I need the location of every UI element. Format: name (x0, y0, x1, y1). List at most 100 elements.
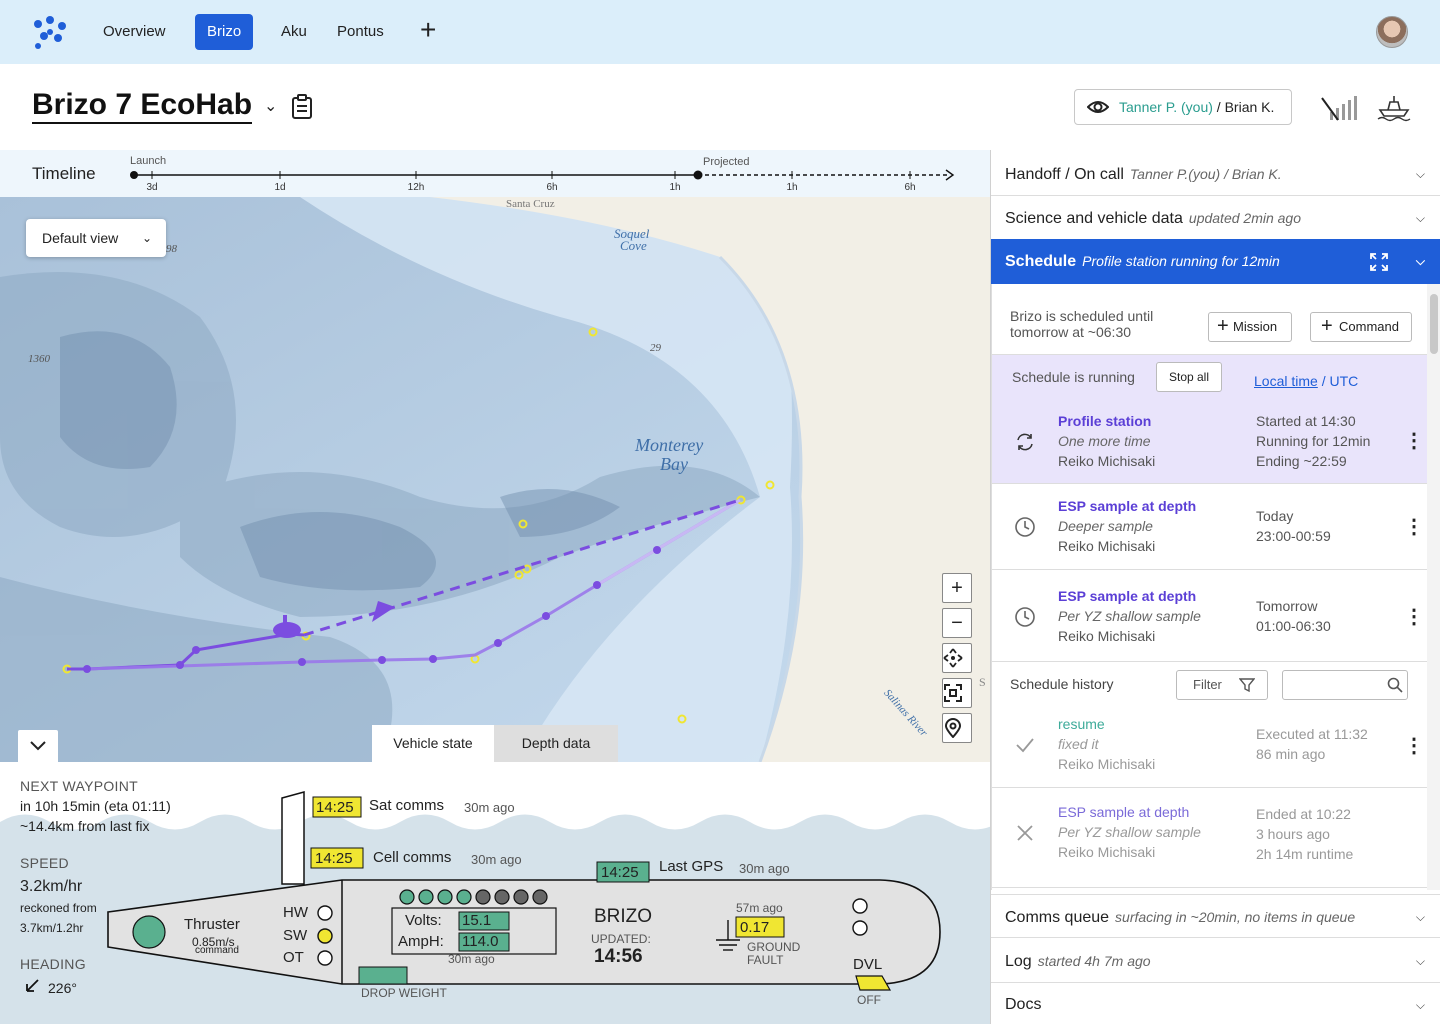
search-icon[interactable] (1387, 677, 1403, 693)
schedule-item-owner: Reiko Michisaki (1058, 453, 1156, 469)
tab-vehicle-state[interactable]: Vehicle state (372, 725, 494, 762)
schedule-time-line: Ending ~22:59 (1256, 453, 1347, 469)
timeline-now-marker[interactable] (693, 170, 703, 180)
reckoned-value: 3.7km/1.2hr (20, 921, 84, 935)
accordion-handoff[interactable]: Handoff / On call Tanner P.(you) / Brian … (991, 152, 1440, 196)
updated-label: UPDATED: (591, 932, 651, 946)
utc-link[interactable]: UTC (1329, 373, 1358, 389)
chevron-down-icon: ⌵ (1415, 211, 1425, 225)
timeline-tick: 3d (146, 182, 157, 193)
collapse-panel-button[interactable] (18, 730, 58, 762)
scrollbar-thumb[interactable] (1430, 294, 1438, 354)
accordion-docs[interactable]: Docs ⌵ (991, 983, 1440, 1024)
chevron-down-icon: ⌵ (1415, 998, 1425, 1012)
schedule-item[interactable]: ESP sample at depth Deeper sample Reiko … (992, 484, 1427, 570)
add-command-label: Command (1339, 319, 1399, 334)
history-search-input[interactable] (1282, 670, 1408, 700)
history-item[interactable]: resume fixed it Reiko Michisaki Executed… (992, 704, 1427, 788)
more-options-icon[interactable]: ⋮ (1404, 431, 1424, 451)
history-time-line: 86 min ago (1256, 746, 1326, 762)
history-item-sub: fixed it (1058, 736, 1099, 752)
history-item-title[interactable]: ESP sample at depth (1058, 804, 1189, 820)
running-section: Schedule is running Stop all Local time … (992, 354, 1427, 484)
expand-icon[interactable] (1369, 252, 1389, 272)
add-mission-button[interactable]: + Mission (1208, 312, 1292, 342)
chevron-down-icon[interactable]: ⌵ (1416, 239, 1425, 284)
more-options-icon[interactable]: ⋮ (1404, 736, 1424, 756)
tab-depth-data[interactable]: Depth data (494, 725, 618, 762)
last-gps-label: Last GPS (659, 858, 724, 875)
schedule-item-time: Tomorrow 01:00-06:30 (1256, 596, 1331, 636)
vehicle-name: BRIZO (594, 906, 653, 927)
history-item-owner: Reiko Michisaki (1058, 844, 1156, 860)
drop-weight-label: DROP WEIGHT (361, 986, 447, 1000)
map-canvas[interactable] (0, 197, 990, 762)
accordion-schedule[interactable]: Schedule Profile station running for 12mi… (991, 239, 1440, 284)
heading-value: 226° (48, 980, 77, 996)
tab-overview[interactable]: Overview (91, 14, 178, 50)
timeline-tick: 1h (669, 182, 680, 193)
timeline-tick: 1h (786, 182, 797, 193)
schedule-item-sub: Deeper sample (1058, 518, 1153, 534)
schedule-item-sub: Per YZ shallow sample (1058, 608, 1201, 624)
zoom-out-button[interactable]: − (942, 608, 972, 638)
chevron-down-icon: ⌵ (1415, 910, 1425, 924)
map[interactable]: Santa Cruz Soquel Cove Monterey Bay Sali… (0, 197, 990, 762)
local-time-link[interactable]: Local time (1254, 373, 1318, 389)
thruster-command: command (195, 945, 239, 956)
timeline-tick: 6h (904, 182, 915, 193)
add-tab-button[interactable]: + (420, 16, 436, 44)
schedule-item-time: Today 23:00-00:59 (1256, 506, 1331, 546)
accordion-science[interactable]: Science and vehicle data updated 2min ago… (991, 196, 1440, 240)
accordion-comms-queue[interactable]: Comms queue surfacing in ~20min, no items… (991, 894, 1440, 938)
locate-vehicle-button[interactable] (942, 713, 972, 743)
fit-view-button[interactable] (942, 678, 972, 708)
zoom-in-button[interactable]: + (942, 573, 972, 603)
schedule-sub: Profile station running for 12min (1082, 253, 1280, 269)
history-item-title[interactable]: resume (1058, 716, 1105, 732)
right-panel: Handoff / On call Tanner P.(you) / Brian … (990, 150, 1440, 1024)
more-options-icon[interactable]: ⋮ (1404, 517, 1424, 537)
accordion-log[interactable]: Log started 4h 7m ago ⌵ (991, 939, 1440, 983)
default-view-select[interactable]: Default view ⌄ (26, 219, 166, 257)
tab-brizo[interactable]: Brizo (195, 14, 254, 50)
schedule-scrollbar[interactable] (1427, 284, 1440, 890)
volts-label: Volts: (405, 912, 442, 929)
clipboard-icon[interactable] (290, 94, 314, 120)
schedule-item-title[interactable]: ESP sample at depth (1058, 588, 1196, 604)
add-command-button[interactable]: + Command (1310, 312, 1412, 342)
timeline-label: Timeline (32, 164, 96, 183)
updated-time: 14:56 (594, 946, 643, 967)
schedule-item-title[interactable]: ESP sample at depth (1058, 498, 1196, 514)
timezone-toggle[interactable]: Local time / UTC (1254, 373, 1358, 389)
chevron-down-icon[interactable]: ⌄ (264, 96, 277, 116)
stop-all-button[interactable]: Stop all (1156, 362, 1222, 392)
timeline-launch-marker[interactable] (130, 171, 138, 179)
tab-aku[interactable]: Aku (269, 14, 319, 50)
pan-button[interactable] (942, 643, 972, 673)
schedule-item[interactable]: ESP sample at depth Per YZ shallow sampl… (992, 570, 1427, 662)
next-waypoint-eta: in 10h 15min (eta 01:11) (20, 798, 171, 814)
more-options-icon[interactable]: ⋮ (1404, 607, 1424, 627)
app-logo-icon[interactable] (30, 14, 70, 50)
schedule-time-line: 23:00-00:59 (1256, 528, 1331, 544)
avatar[interactable] (1376, 16, 1408, 48)
tz-separator: / (1317, 373, 1330, 389)
reckoned-label: reckoned from (20, 901, 97, 915)
history-item[interactable]: ESP sample at depth Per YZ shallow sampl… (992, 788, 1427, 888)
add-mission-label: Mission (1233, 319, 1278, 334)
no-signal-icon[interactable] (1320, 94, 1360, 122)
watchers-button[interactable]: Tanner P. (you) / Brian K. (1074, 89, 1292, 125)
tab-pontus[interactable]: Pontus (325, 14, 396, 50)
handoff-title: Handoff / On call (1005, 166, 1124, 183)
map-label-edge: S (979, 675, 986, 689)
timeline-track[interactable]: Launch Projected 3d 1d 12h 6h 1h 1h 6h (120, 150, 970, 197)
ground-fault-label: FAULT (747, 953, 784, 967)
default-view-label: Default view (42, 230, 119, 246)
drop-weight-indicator (358, 966, 408, 985)
filter-button[interactable]: Filter (1176, 670, 1268, 700)
vehicle-surface-icon[interactable] (1376, 92, 1412, 122)
schedule-item-title[interactable]: Profile station (1058, 413, 1151, 429)
check-icon (1016, 738, 1034, 753)
plus-icon: + (1217, 315, 1229, 337)
